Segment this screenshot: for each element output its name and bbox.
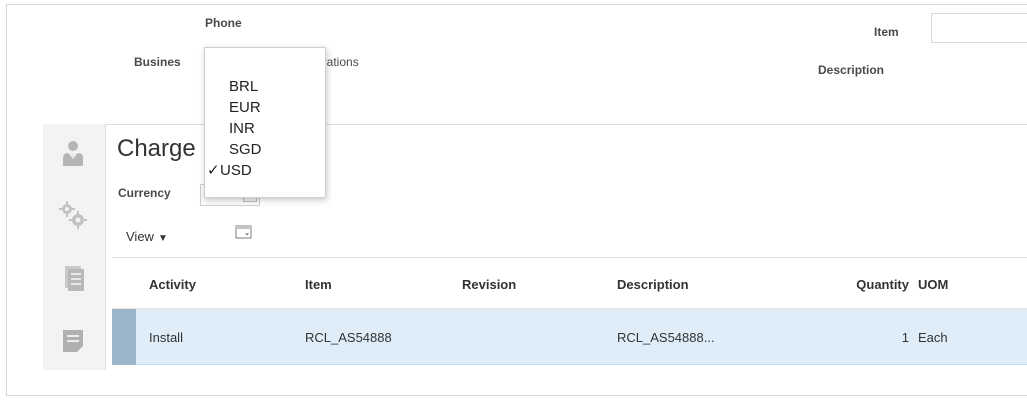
sidebar <box>43 124 106 370</box>
cell-quantity: 1 <box>901 330 909 345</box>
cell-activity: Install <box>149 330 183 345</box>
column-header-quantity[interactable]: Quantity <box>814 277 909 292</box>
currency-option-sgd[interactable]: SGD <box>216 141 262 159</box>
view-menu[interactable]: View ▼ <box>126 229 168 244</box>
charges-title: Charge <box>117 135 196 162</box>
cell-description: RCL_AS54888... <box>617 330 715 345</box>
table-header: Activity Item Revision Description Quant… <box>112 257 1027 309</box>
gears-icon[interactable] <box>55 198 91 234</box>
phone-label: Phone <box>205 16 242 30</box>
column-header-item[interactable]: Item <box>305 277 332 292</box>
currency-dropdown-list: BRL EUR INR SGD ✓USD <box>204 47 326 198</box>
currency-option-brl[interactable]: BRL <box>216 78 258 96</box>
cell-uom: Each <box>918 330 948 345</box>
currency-option-inr[interactable]: INR <box>216 120 255 138</box>
currency-option-usd[interactable]: ✓USD <box>207 162 252 180</box>
cell-item: RCL_AS54888 <box>305 330 392 345</box>
business-label: Busines <box>134 55 181 69</box>
table-row[interactable]: Install RCL_AS54888 RCL_AS54888... 1 Eac… <box>112 309 1027 365</box>
currency-option-eur[interactable]: EUR <box>216 99 261 117</box>
documents-icon[interactable] <box>55 260 91 296</box>
column-header-activity[interactable]: Activity <box>149 277 196 292</box>
item-label: Item <box>874 25 899 39</box>
column-header-uom[interactable]: UOM <box>918 277 948 292</box>
view-menu-label: View <box>126 229 154 244</box>
column-header-revision[interactable]: Revision <box>462 277 516 292</box>
detach-icon[interactable] <box>234 224 254 242</box>
row-selector[interactable] <box>112 309 136 365</box>
note-icon[interactable] <box>55 322 91 358</box>
item-input[interactable] <box>931 13 1027 43</box>
column-header-description[interactable]: Description <box>617 277 689 292</box>
checkmark-icon: ✓ <box>207 162 220 179</box>
person-icon[interactable] <box>55 136 91 172</box>
description-label: Description <box>818 63 885 77</box>
caret-down-icon: ▼ <box>157 233 168 244</box>
currency-label: Currency <box>118 186 171 200</box>
charges-table: Activity Item Revision Description Quant… <box>112 257 1027 365</box>
